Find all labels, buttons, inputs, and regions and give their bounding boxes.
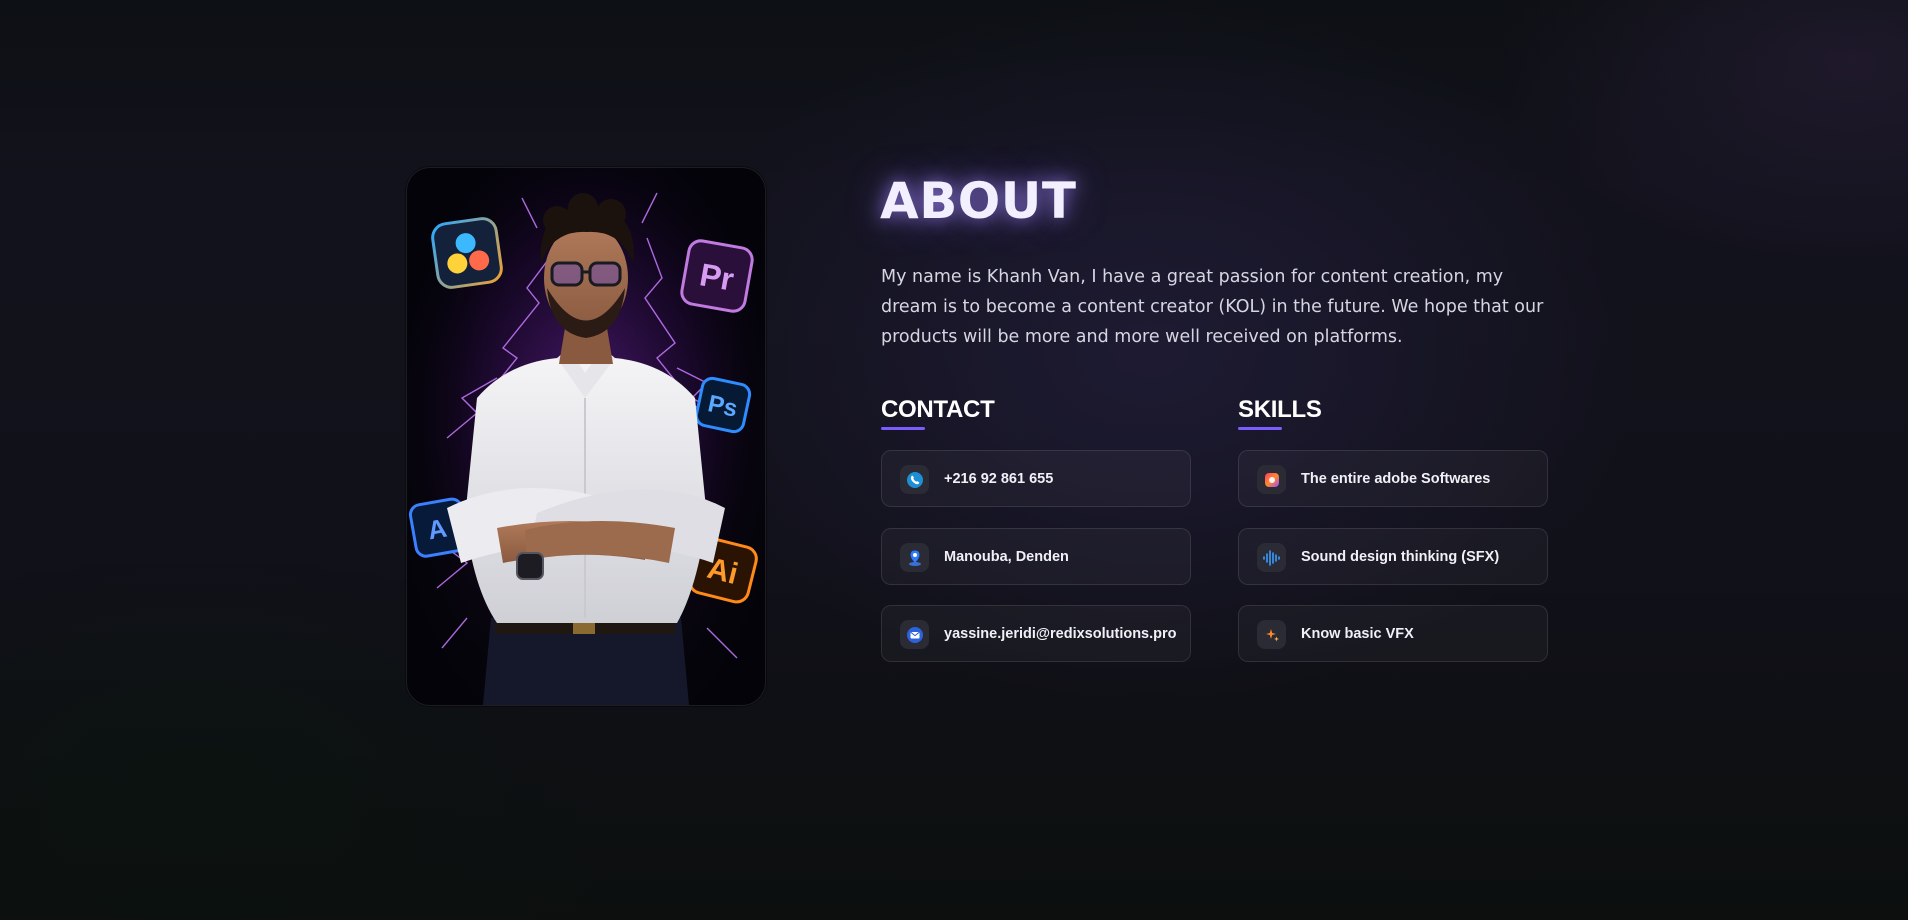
about-title: ABOUT — [880, 172, 1077, 230]
svg-text:Pr: Pr — [697, 256, 737, 297]
contact-phone-label: +216 92 861 655 — [944, 471, 1054, 487]
contact-location-label: Manouba, Denden — [944, 549, 1069, 565]
skill-sound-card[interactable]: Sound design thinking (SFX) — [1238, 528, 1548, 585]
skill-adobe-label: The entire adobe Softwares — [1301, 471, 1491, 487]
skill-vfx-label: Know basic VFX — [1301, 626, 1414, 642]
contact-title: CONTACT — [881, 396, 995, 423]
adobe-cloud-icon — [1257, 465, 1286, 494]
contact-location-card[interactable]: Manouba, Denden — [881, 528, 1191, 585]
contact-email-card[interactable]: yassine.jeridi@redixsolutions.pro — [881, 605, 1191, 662]
contact-email-label: yassine.jeridi@redixsolutions.pro — [944, 626, 1177, 642]
skills-title: SKILLS — [1238, 396, 1322, 423]
skill-sound-label: Sound design thinking (SFX) — [1301, 549, 1500, 565]
mail-icon — [900, 620, 929, 649]
davinci-resolve-icon — [431, 217, 503, 289]
photoshop-icon: Ps — [694, 376, 752, 434]
location-pin-icon — [900, 543, 929, 572]
about-description: My name is Khanh Van, I have a great pas… — [881, 267, 1544, 347]
profile-photo: Pr Ps A Ai — [406, 167, 766, 706]
contact-phone-card[interactable]: +216 92 861 655 — [881, 450, 1191, 507]
skills-underline — [1238, 427, 1282, 430]
skill-vfx-card[interactable]: Know basic VFX — [1238, 605, 1548, 662]
sound-wave-icon — [1257, 543, 1286, 572]
premiere-pro-icon: Pr — [680, 239, 754, 313]
contact-underline — [881, 427, 925, 430]
sparkles-icon — [1257, 620, 1286, 649]
skill-adobe-card[interactable]: The entire adobe Softwares — [1238, 450, 1548, 507]
phone-icon — [900, 465, 929, 494]
